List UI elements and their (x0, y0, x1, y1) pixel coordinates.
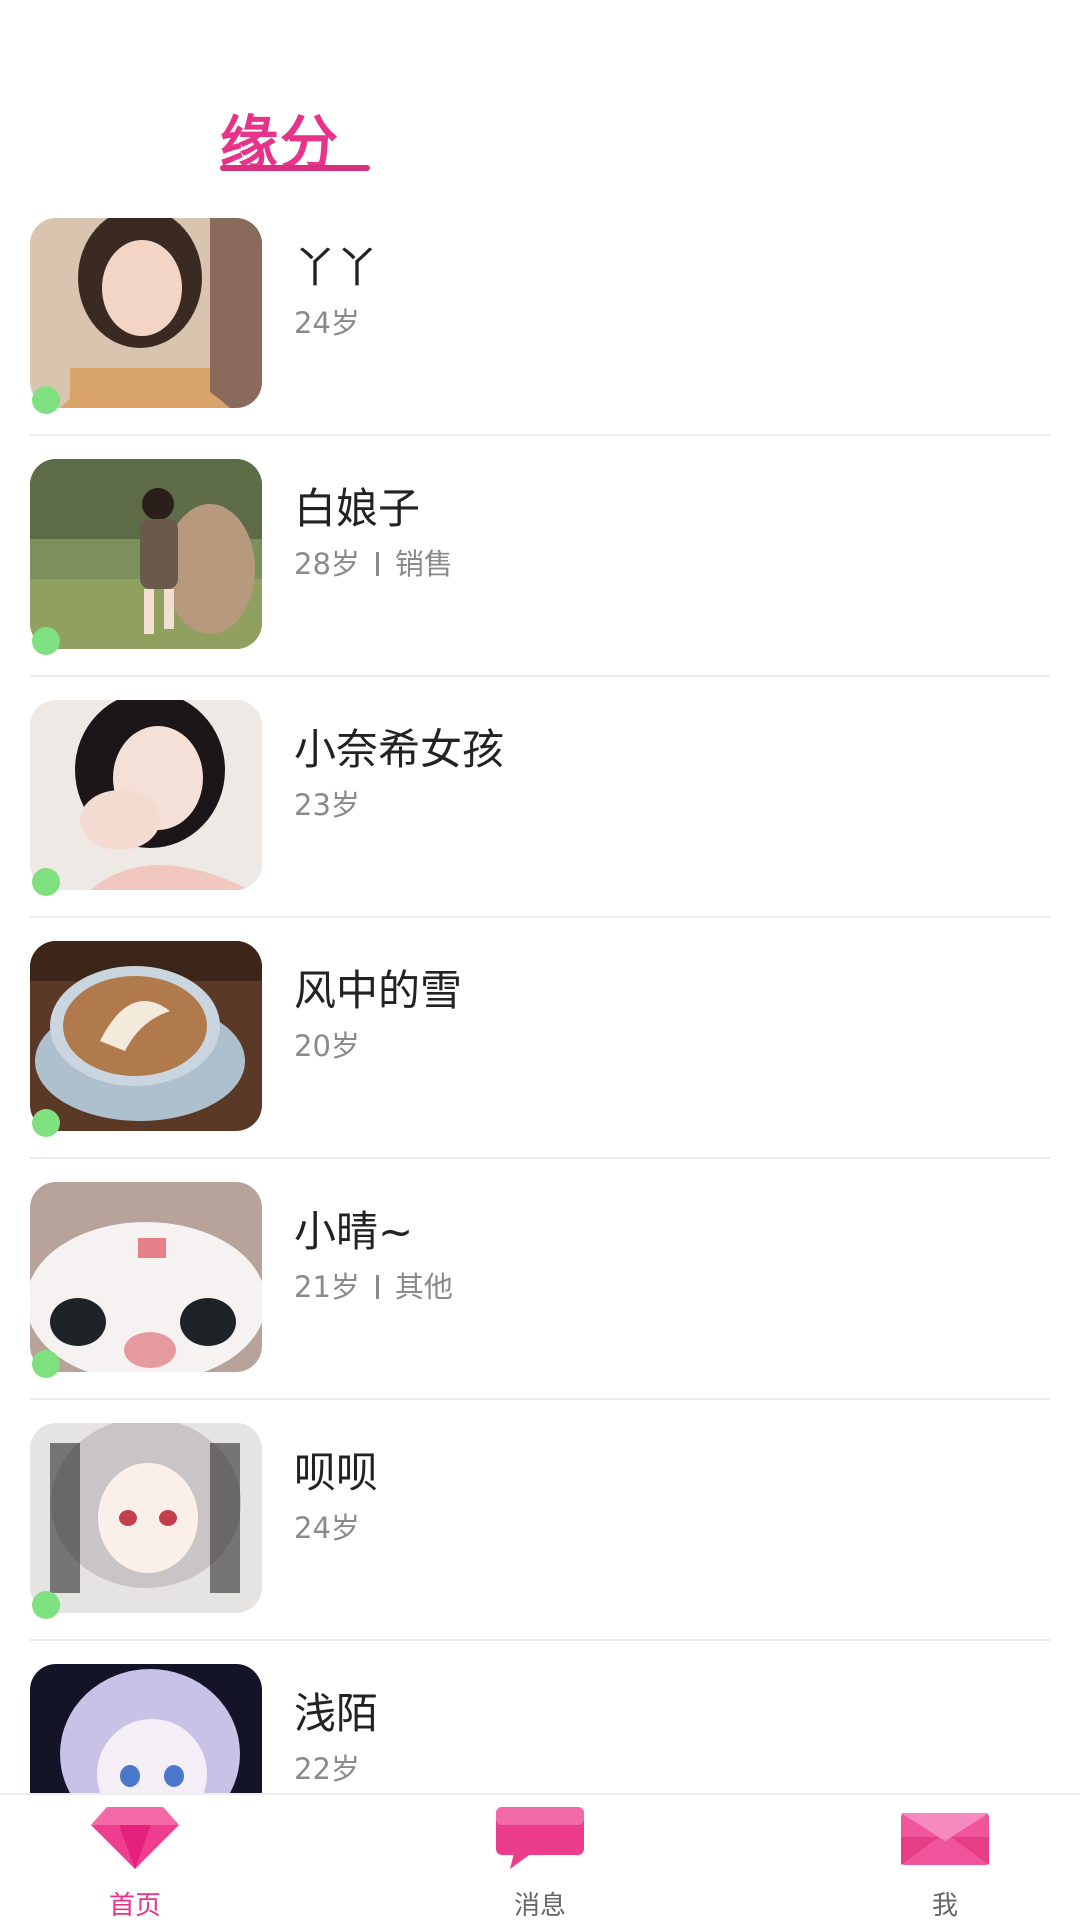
user-age: 21岁 (294, 1270, 360, 1304)
user-job: 销售 (394, 547, 453, 581)
user-meta: 22岁 (294, 1746, 360, 1788)
divider (30, 1398, 1050, 1400)
diamond-icon (89, 1805, 181, 1875)
user-meta: 24岁 (294, 300, 360, 342)
list-item[interactable]: 丫丫 24岁 (0, 216, 1080, 457)
user-age: 22岁 (294, 1752, 360, 1786)
header: 缘分 (0, 0, 1080, 200)
user-meta: 24岁 (294, 1505, 360, 1547)
list-item[interactable]: 小奈希女孩 23岁 (0, 698, 1080, 939)
meta-separator (375, 552, 379, 576)
online-indicator (32, 1350, 60, 1378)
user-age: 23岁 (294, 788, 360, 822)
user-age: 28岁 (294, 547, 360, 581)
avatar-container (30, 1664, 262, 1793)
user-age: 20岁 (294, 1029, 360, 1063)
user-name: 浅陌 (294, 1689, 379, 1738)
user-name: 丫丫 (294, 243, 379, 292)
tab-home[interactable]: 首页 (35, 1795, 235, 1922)
avatar[interactable] (30, 1182, 262, 1372)
list-item[interactable]: 呗呗 24岁 (0, 1421, 1080, 1662)
user-age: 24岁 (294, 1511, 360, 1545)
user-meta: 20岁 (294, 1023, 360, 1065)
avatar-container (30, 459, 262, 655)
avatar-container (30, 941, 262, 1137)
meta-separator (375, 1275, 379, 1299)
divider (30, 675, 1050, 677)
tab-label: 首页 (108, 1891, 161, 1921)
user-meta: 28岁 销售 (294, 541, 453, 583)
avatar-container (30, 1423, 262, 1619)
list-item[interactable]: 浅陌 22岁 (0, 1662, 1080, 1793)
avatar[interactable] (30, 1423, 262, 1613)
user-name: 小晴~ (294, 1207, 414, 1256)
user-meta: 23岁 (294, 782, 360, 824)
avatar[interactable] (30, 459, 262, 649)
divider (30, 434, 1050, 436)
user-name: 白娘子 (294, 484, 421, 533)
divider (30, 1639, 1050, 1641)
user-list[interactable]: 丫丫 24岁 白娘子 28岁 销售 小奈希女孩 23岁 风中的雪 20岁 小晴~… (0, 216, 1080, 1793)
avatar[interactable] (30, 218, 262, 408)
avatar-container (30, 1182, 262, 1378)
user-meta: 21岁 其他 (294, 1264, 453, 1306)
user-age: 24岁 (294, 306, 360, 340)
avatar[interactable] (30, 1664, 262, 1793)
online-indicator (32, 386, 60, 414)
user-name: 小奈希女孩 (294, 725, 505, 774)
user-job: 其他 (394, 1270, 453, 1304)
online-indicator (32, 868, 60, 896)
avatar[interactable] (30, 941, 262, 1131)
title-underline (220, 165, 370, 171)
list-item[interactable]: 风中的雪 20岁 (0, 939, 1080, 1180)
divider (30, 916, 1050, 918)
envelope-icon (899, 1805, 991, 1875)
tab-label: 我 (931, 1891, 958, 1921)
bottom-tab-bar: 首页 消息 我 (0, 1793, 1080, 1922)
online-indicator (32, 1591, 60, 1619)
list-item[interactable]: 白娘子 28岁 销售 (0, 457, 1080, 698)
avatar-container (30, 700, 262, 896)
online-indicator (32, 1109, 60, 1137)
tab-me[interactable]: 我 (845, 1795, 1045, 1922)
list-item[interactable]: 小晴~ 21岁 其他 (0, 1180, 1080, 1421)
avatar-container (30, 218, 262, 414)
online-indicator (32, 627, 60, 655)
divider (30, 1157, 1050, 1159)
user-name: 风中的雪 (294, 966, 463, 1015)
tab-messages[interactable]: 消息 (440, 1795, 640, 1922)
user-name: 呗呗 (294, 1448, 379, 1497)
avatar[interactable] (30, 700, 262, 890)
tab-label: 消息 (513, 1891, 566, 1921)
chat-bubble-icon (494, 1805, 586, 1875)
